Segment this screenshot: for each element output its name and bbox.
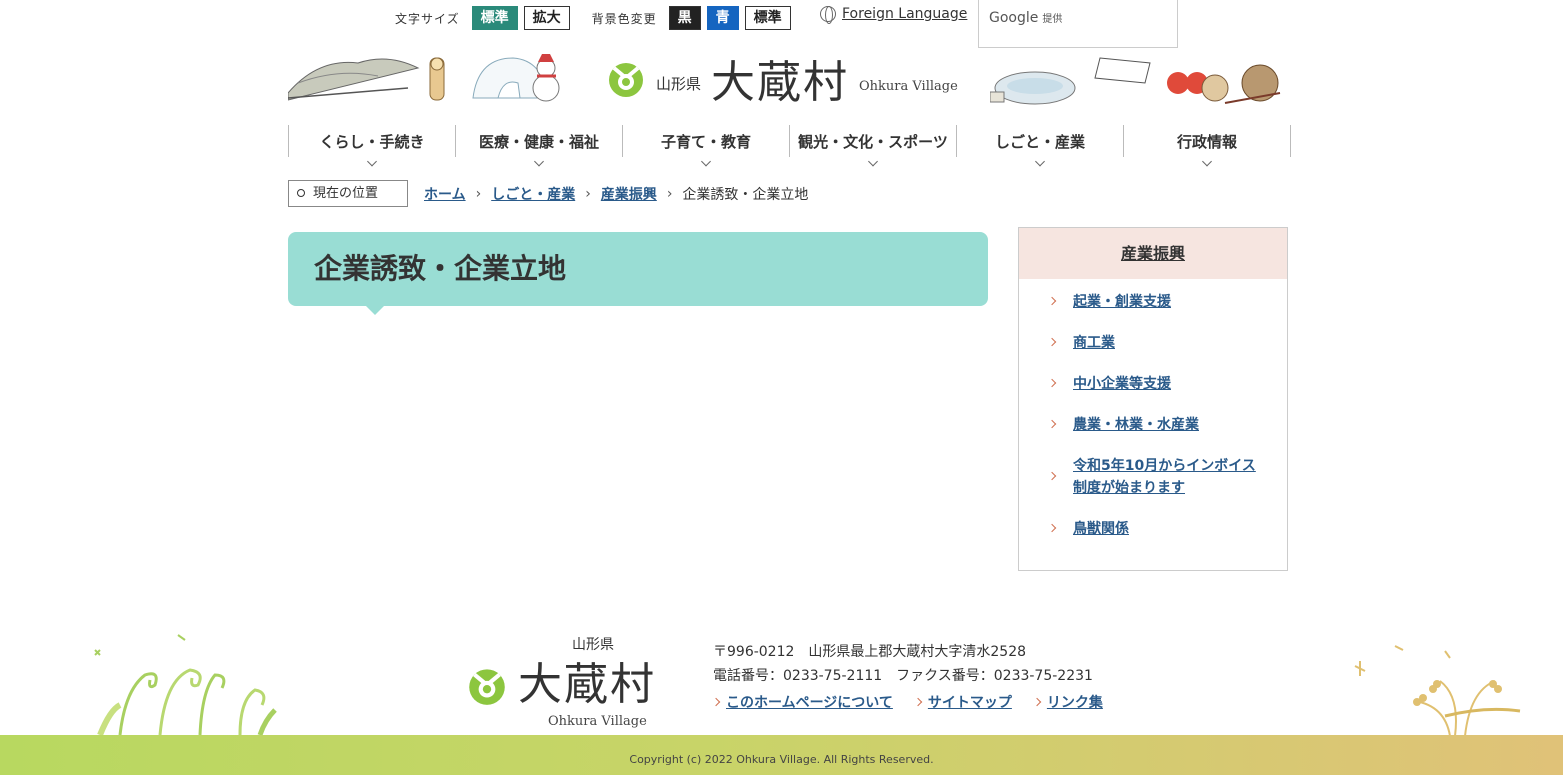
sidebar-link-kigyo[interactable]: 起業・創業支援 [1073,294,1171,310]
arrow-right-icon [1047,296,1057,306]
arrow-right-icon [1047,378,1057,388]
sidebar-link-shoko[interactable]: 商工業 [1073,335,1115,351]
arrow-right-icon [1047,523,1057,533]
site-header: 山形県 大蔵村 Ohkura Village [288,38,1290,114]
onsen-food-illustration [990,57,1281,105]
footer-link-about[interactable]: このホームページについて [713,692,893,712]
bg-blue-button[interactable]: 青 [706,6,739,30]
sidebar: 産業振興 起業・創業支援 商工業 中小企業等支援 農業・林業・水産業 令和5年1… [1018,227,1288,571]
site-logo[interactable]: 山形県 大蔵村 Ohkura Village [604,46,958,110]
sidebar-item: 農業・林業・水産業 [1047,414,1265,436]
chevron-right-icon: › [585,185,591,202]
footer-phone: 電話番号：0233-75-2111 ファクス番号：0233-75-2231 [713,668,1093,684]
village-emblem-icon [609,63,643,97]
chevron-down-icon [1202,156,1212,167]
nav-label: 観光・文化・スポーツ [798,133,948,151]
nav-item-kanko[interactable]: 観光・文化・スポーツ [790,125,957,167]
rice-plant-illustration [1354,645,1521,736]
village-emblem-icon [469,669,505,705]
winter-illustration [288,54,560,102]
google-provided: 提供 [1042,14,1063,25]
font-size-label: 文字サイズ [395,11,460,26]
page-title: 企業誘致・企業立地 [288,232,988,315]
sidebar-list: 起業・創業支援 商工業 中小企業等支援 農業・林業・水産業 令和5年10月からイ… [1019,279,1287,540]
sidebar-item: 起業・創業支援 [1047,291,1265,313]
nav-item-gyosei[interactable]: 行政情報 [1124,125,1291,167]
breadcrumb-label-box: 現在の位置 [288,180,408,207]
fern-sprout-illustration [94,634,277,735]
bg-color-label: 背景色変更 [591,11,657,26]
nav-label: 行政情報 [1176,133,1237,151]
nav-label: 医療・健康・福祉 [478,133,599,151]
font-large-button[interactable]: 拡大 [523,6,570,30]
sidebar-heading[interactable]: 産業振興 [1019,228,1287,279]
nav-item-shigoto[interactable]: しごと・産業 [957,125,1124,167]
footer-link-sitemap[interactable]: サイトマップ [915,692,1012,712]
arrow-right-icon [1047,471,1057,481]
sidebar-link-chusho[interactable]: 中小企業等支援 [1073,376,1171,392]
sidebar-link-nogyo[interactable]: 農業・林業・水産業 [1073,417,1199,433]
sidebar-link-chojyu[interactable]: 鳥獣関係 [1073,521,1129,537]
footer-address: 〒996-0212 山形県最上郡大蔵村大字清水2528 [713,644,1027,660]
nav-item-kurashi[interactable]: くらし・手続き [289,125,456,167]
breadcrumb: 現在の位置 ホーム › しごと・産業 › 産業振興 › 企業誘致・企業立地 [288,180,808,207]
footer-link-links[interactable]: リンク集 [1034,692,1103,712]
sidebar-link-invoice[interactable]: 令和5年10月からインボイス制度が始まります [1073,458,1256,496]
foreign-language-link[interactable]: Foreign Language [820,6,968,24]
nav-label: しごと・産業 [994,133,1085,151]
sidebar-item: 中小企業等支援 [1047,373,1265,395]
breadcrumb-label: 現在の位置 [313,186,379,201]
breadcrumb-sangyo[interactable]: 産業振興 [601,184,657,204]
sidebar-item: 商工業 [1047,332,1265,354]
footer-links: このホームページについて サイトマップ リンク集 [713,692,1125,712]
breadcrumb-home[interactable]: ホーム [424,184,466,204]
breadcrumb-current: 企業誘致・企業立地 [682,186,809,203]
chevron-down-icon [868,156,878,167]
circle-icon [297,189,305,197]
nav-item-iryo[interactable]: 医療・健康・福祉 [456,125,623,167]
village-name: 大蔵村 [711,57,850,108]
breadcrumb-shigoto[interactable]: しごと・産業 [491,184,575,204]
nav-item-kosodate[interactable]: 子育て・教育 [623,125,790,167]
nav-label: くらし・手続き [319,133,425,151]
footer-logo[interactable]: 山形県 大蔵村 Ohkura Village [464,634,684,734]
chevron-down-icon [701,156,711,167]
chevron-down-icon [367,156,377,167]
google-brand: Google [989,10,1039,26]
arrow-right-icon [1047,419,1057,429]
accessibility-bar: 文字サイズ 標準 拡大 背景色変更 黒 青 標準 [395,4,797,32]
nav-label: 子育て・教育 [660,133,751,151]
foreign-language-label: Foreign Language [842,6,968,22]
bg-standard-button[interactable]: 標準 [744,6,791,30]
copyright-bar: Copyright (c) 2022 Ohkura Village. All R… [0,735,1563,775]
arrow-right-icon [1047,337,1057,347]
footer-contact: 〒996-0212 山形県最上郡大蔵村大字清水2528 電話番号：0233-75… [713,640,1093,688]
globe-icon [820,6,836,24]
chevron-down-icon [1035,156,1045,167]
sidebar-item: 鳥獣関係 [1047,518,1265,540]
chevron-right-icon: › [475,185,482,202]
chevron-right-icon: › [666,185,673,202]
global-nav: くらし・手続き 医療・健康・福祉 子育て・教育 観光・文化・スポーツ しごと・産… [288,125,1291,167]
chevron-down-icon [534,156,544,167]
footer-village-name: 大蔵村 [518,659,656,710]
font-standard-button[interactable]: 標準 [471,6,518,30]
village-english-name: Ohkura Village [859,78,958,94]
sidebar-item: 令和5年10月からインボイス制度が始まります [1047,455,1265,499]
footer-village-english: Ohkura Village [548,714,647,729]
bg-black-button[interactable]: 黒 [668,6,701,30]
prefecture-label: 山形県 [656,74,702,93]
